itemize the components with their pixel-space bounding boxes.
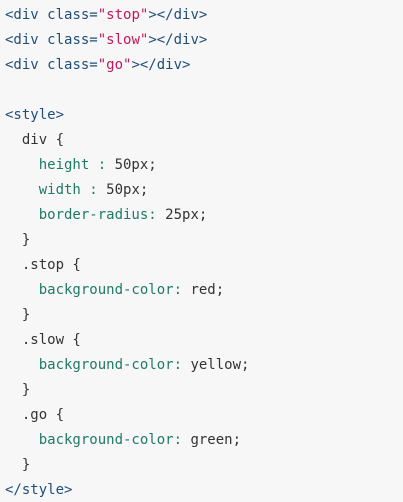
code-line-16: } — [5, 378, 403, 403]
code-line-13: } — [5, 303, 403, 328]
css-value: 25px; — [165, 207, 208, 223]
style-tag-open: <style> — [5, 107, 65, 123]
css-value: 50px; — [106, 182, 149, 198]
css-close-brace: } — [21, 232, 31, 248]
html-tag-close: ></div> — [148, 32, 208, 48]
html-attribute-value: "go" — [97, 57, 132, 73]
css-property: background-color: — [38, 282, 191, 298]
css-selector: .go { — [21, 407, 65, 423]
css-value: 50px; — [114, 157, 157, 173]
css-value: green; — [190, 432, 242, 448]
code-line-2: <div class="slow"></div> — [5, 28, 403, 53]
html-tag-close: ></div> — [148, 7, 208, 23]
css-selector: .slow { — [21, 332, 81, 348]
css-value: yellow; — [190, 357, 250, 373]
html-attribute-value: "slow" — [97, 32, 149, 48]
code-line-15: background-color: yellow; — [5, 353, 403, 378]
css-property: width : — [38, 182, 107, 198]
code-line-10: } — [5, 228, 403, 253]
html-attribute: class= — [47, 7, 98, 23]
code-line-8: width : 50px; — [5, 178, 403, 203]
code-block: <div class="stop"></div> <div class="slo… — [0, 0, 403, 502]
html-tag-close: ></div> — [131, 57, 191, 73]
code-line-14: .slow { — [5, 328, 403, 353]
html-attribute: class= — [47, 32, 98, 48]
code-line-20: </style> — [5, 478, 403, 502]
html-tag-open: <div — [5, 7, 48, 23]
code-line-5: <style> — [5, 103, 403, 128]
css-close-brace: } — [21, 457, 31, 473]
html-tag-open: <div — [5, 32, 48, 48]
css-selector: div { — [21, 132, 65, 148]
style-tag-close: </style> — [5, 482, 73, 498]
code-line-19: } — [5, 453, 403, 478]
code-line-17: .go { — [5, 403, 403, 428]
code-line-11: .stop { — [5, 253, 403, 278]
css-selector: .stop { — [21, 257, 81, 273]
code-line-9: border-radius: 25px; — [5, 203, 403, 228]
code-line-7: height : 50px; — [5, 153, 403, 178]
html-attribute-value: "stop" — [97, 7, 149, 23]
css-property: background-color: — [38, 357, 191, 373]
css-property: border-radius: — [38, 207, 166, 223]
code-line-6: div { — [5, 128, 403, 153]
code-line-1: <div class="stop"></div> — [5, 3, 403, 28]
html-tag-open: <div — [5, 57, 48, 73]
html-attribute: class= — [47, 57, 98, 73]
code-line-12: background-color: red; — [5, 278, 403, 303]
css-property: background-color: — [38, 432, 191, 448]
css-close-brace: } — [21, 307, 31, 323]
css-value: red; — [190, 282, 225, 298]
css-property: height : — [38, 157, 115, 173]
code-line-3: <div class="go"></div> — [5, 53, 403, 78]
css-close-brace: } — [21, 382, 31, 398]
code-line-18: background-color: green; — [5, 428, 403, 453]
